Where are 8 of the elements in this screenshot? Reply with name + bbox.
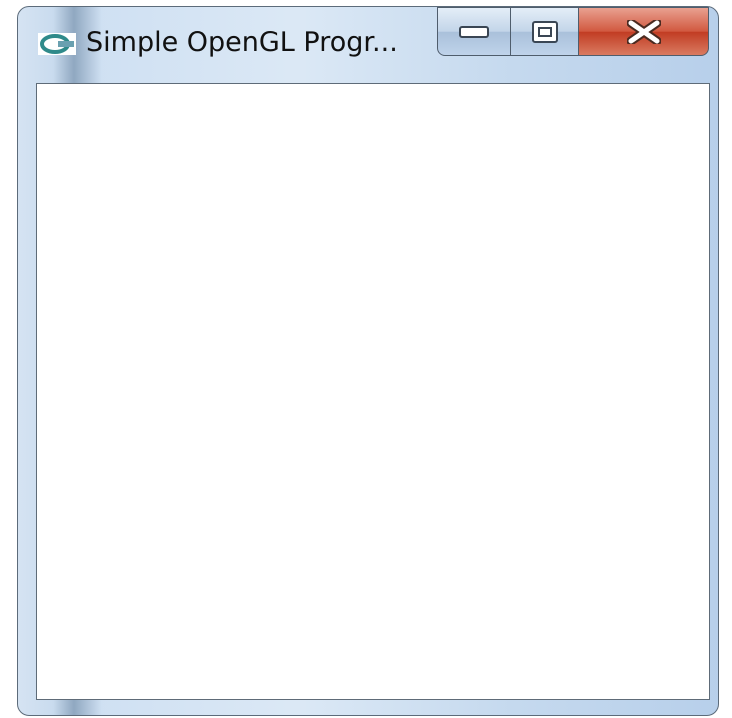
minimize-icon bbox=[459, 26, 489, 38]
maximize-button[interactable] bbox=[511, 7, 579, 56]
app-icon bbox=[38, 33, 76, 55]
maximize-icon bbox=[532, 20, 558, 42]
minimize-button[interactable] bbox=[437, 7, 511, 56]
window-title: Simple OpenGL Progr... bbox=[86, 26, 398, 60]
close-button[interactable] bbox=[579, 7, 709, 56]
close-icon bbox=[626, 20, 660, 44]
